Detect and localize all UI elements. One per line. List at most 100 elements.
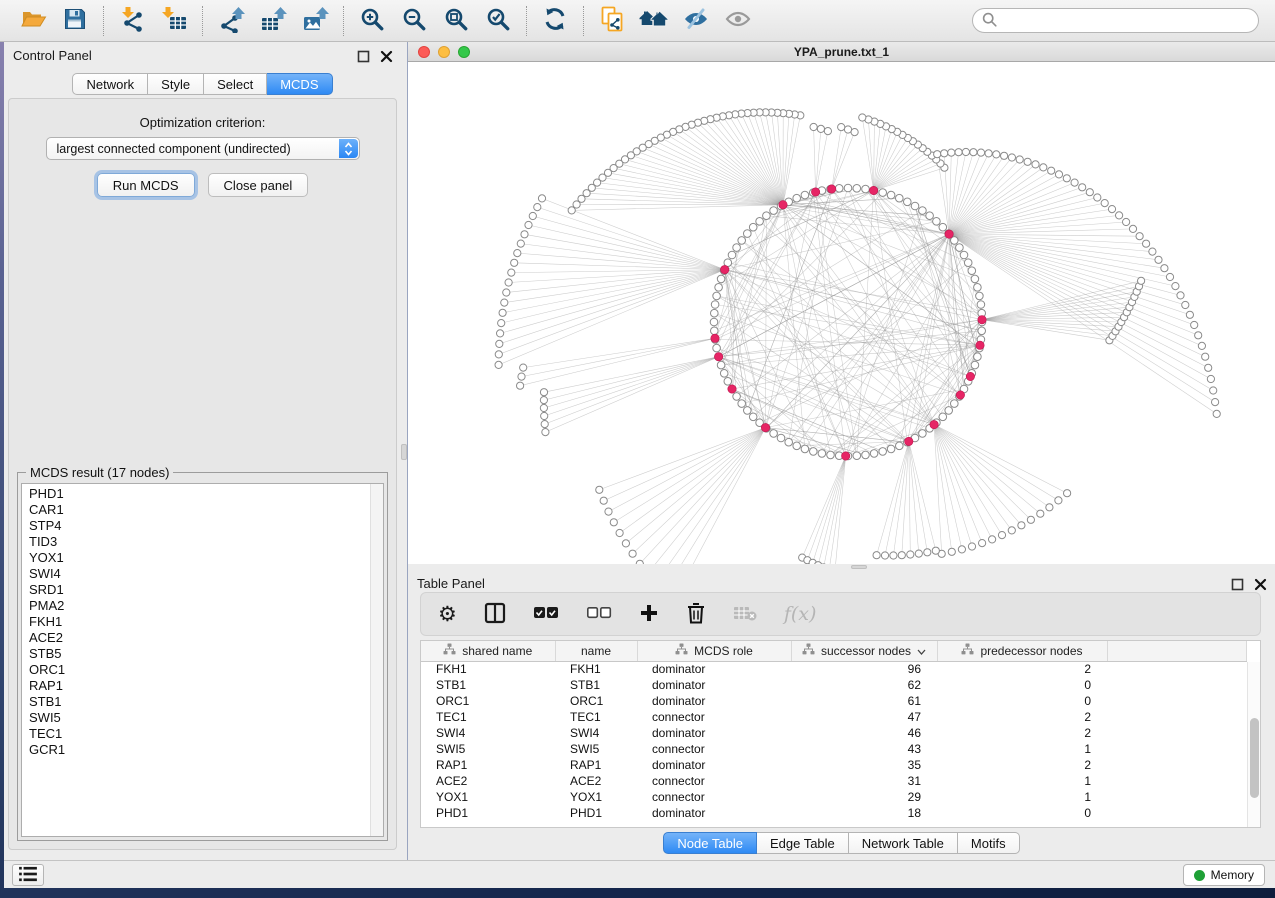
table-row[interactable]: STB1STB1dominator620 xyxy=(421,677,1247,693)
zoom-out-button[interactable] xyxy=(393,4,435,38)
table-row[interactable]: ACE2ACE2connector311 xyxy=(421,773,1247,789)
zoom-selected-button[interactable] xyxy=(477,4,519,38)
cell-mcds-role[interactable]: dominator xyxy=(637,805,791,821)
cell-successor-nodes[interactable]: 31 xyxy=(791,773,937,789)
column-header-shared-name[interactable]: shared name xyxy=(421,641,555,661)
cell-mcds-role[interactable]: connector xyxy=(637,709,791,725)
cell-shared-name[interactable]: RAP1 xyxy=(421,757,555,773)
cell-shared-name[interactable]: TEC1 xyxy=(421,709,555,725)
tab-network[interactable]: Network xyxy=(72,73,148,95)
splitter-grip[interactable] xyxy=(851,565,867,569)
cell-predecessor-nodes[interactable]: 0 xyxy=(937,805,1107,821)
table-row[interactable]: RAP1RAP1dominator352 xyxy=(421,757,1247,773)
cell-successor-nodes[interactable]: 46 xyxy=(791,725,937,741)
leaf-nodes[interactable] xyxy=(495,109,1220,564)
column-header-name[interactable]: name xyxy=(555,641,637,661)
cell-name[interactable]: ACE2 xyxy=(555,773,637,789)
mcds-result-item[interactable]: TEC1 xyxy=(29,726,383,742)
mcds-result-item[interactable]: YOX1 xyxy=(29,550,383,566)
tab-style[interactable]: Style xyxy=(148,73,204,95)
close-panel-button[interactable]: Close panel xyxy=(208,173,309,197)
cell-mcds-role[interactable]: connector xyxy=(637,773,791,789)
cell-predecessor-nodes[interactable]: 2 xyxy=(937,709,1107,725)
cell-mcds-role[interactable]: dominator xyxy=(637,661,791,677)
table-row[interactable]: SWI4SWI4dominator462 xyxy=(421,725,1247,741)
mcds-result-item[interactable]: SWI5 xyxy=(29,710,383,726)
cell-mcds-role[interactable]: dominator xyxy=(637,677,791,693)
cell-successor-nodes[interactable]: 62 xyxy=(791,677,937,693)
scrollbar-thumb[interactable] xyxy=(1250,718,1259,798)
cell-shared-name[interactable]: SWI5 xyxy=(421,741,555,757)
table-row[interactable]: YOX1YOX1connector291 xyxy=(421,789,1247,805)
cell-successor-nodes[interactable]: 96 xyxy=(791,661,937,677)
mcds-result-item[interactable]: PHD1 xyxy=(29,486,383,502)
cell-predecessor-nodes[interactable]: 2 xyxy=(937,661,1107,677)
cell-mcds-role[interactable]: dominator xyxy=(637,693,791,709)
mcds-result-item[interactable]: ACE2 xyxy=(29,630,383,646)
mcds-result-item[interactable]: STP4 xyxy=(29,518,383,534)
cell-successor-nodes[interactable]: 35 xyxy=(791,757,937,773)
mcds-result-item[interactable]: CAR1 xyxy=(29,502,383,518)
column-header-predecessor-nodes[interactable]: predecessor nodes xyxy=(937,641,1107,661)
split-columns-button[interactable] xyxy=(484,599,506,629)
duplicate-network-button[interactable] xyxy=(591,4,633,38)
cell-predecessor-nodes[interactable]: 0 xyxy=(937,677,1107,693)
show-all-button[interactable] xyxy=(717,4,759,38)
table-row[interactable]: FKH1FKH1dominator962 xyxy=(421,661,1247,677)
mcds-result-item[interactable]: FKH1 xyxy=(29,614,383,630)
export-network-button[interactable] xyxy=(210,4,252,38)
mcds-result-list[interactable]: PHD1CAR1STP4TID3YOX1SWI4SRD1PMA2FKH1ACE2… xyxy=(21,483,384,837)
cell-name[interactable]: RAP1 xyxy=(555,757,637,773)
cell-predecessor-nodes[interactable]: 0 xyxy=(937,693,1107,709)
open-folder-button[interactable] xyxy=(12,4,54,38)
tab-network-table[interactable]: Network Table xyxy=(849,832,958,854)
refresh-button[interactable] xyxy=(534,4,576,38)
tab-edge-table[interactable]: Edge Table xyxy=(757,832,849,854)
mcds-result-item[interactable]: SRD1 xyxy=(29,582,383,598)
save-button[interactable] xyxy=(54,4,96,38)
cell-predecessor-nodes[interactable]: 1 xyxy=(937,741,1107,757)
mcds-result-item[interactable]: TID3 xyxy=(29,534,383,550)
cell-successor-nodes[interactable]: 61 xyxy=(791,693,937,709)
mcds-result-item[interactable]: SWI4 xyxy=(29,566,383,582)
cell-name[interactable]: YOX1 xyxy=(555,789,637,805)
tab-mcds[interactable]: MCDS xyxy=(267,73,332,95)
select-all-button[interactable] xyxy=(533,599,559,629)
task-history-button[interactable] xyxy=(12,864,44,886)
mcds-result-item[interactable]: ORC1 xyxy=(29,662,383,678)
delete-column-button[interactable] xyxy=(686,599,706,629)
cell-predecessor-nodes[interactable]: 1 xyxy=(937,773,1107,789)
tab-select[interactable]: Select xyxy=(204,73,267,95)
search-input[interactable] xyxy=(1003,13,1249,28)
add-column-button[interactable] xyxy=(639,599,659,629)
cell-shared-name[interactable]: PHD1 xyxy=(421,805,555,821)
cell-predecessor-nodes[interactable]: 2 xyxy=(937,757,1107,773)
cell-name[interactable]: ORC1 xyxy=(555,693,637,709)
cell-predecessor-nodes[interactable]: 1 xyxy=(937,789,1107,805)
hide-selected-button[interactable] xyxy=(675,4,717,38)
deselect-all-button[interactable] xyxy=(586,599,612,629)
close-panel-icon[interactable] xyxy=(379,49,393,63)
zoom-in-button[interactable] xyxy=(351,4,393,38)
cell-name[interactable]: TEC1 xyxy=(555,709,637,725)
cell-shared-name[interactable]: ACE2 xyxy=(421,773,555,789)
search-box[interactable] xyxy=(972,8,1259,33)
import-table-button[interactable] xyxy=(153,4,195,38)
column-header-MCDS-role[interactable]: MCDS role xyxy=(637,641,791,661)
float-panel-icon[interactable] xyxy=(356,49,370,63)
mcds-result-item[interactable]: STB1 xyxy=(29,694,383,710)
tab-node-table[interactable]: Node Table xyxy=(663,832,757,854)
first-neighbors-button[interactable] xyxy=(633,4,675,38)
cell-name[interactable]: PHD1 xyxy=(555,805,637,821)
cell-name[interactable]: SWI5 xyxy=(555,741,637,757)
cell-shared-name[interactable]: YOX1 xyxy=(421,789,555,805)
gear-button[interactable]: ⚙ xyxy=(438,599,457,629)
table-row[interactable]: SWI5SWI5connector431 xyxy=(421,741,1247,757)
cell-mcds-role[interactable]: connector xyxy=(637,741,791,757)
result-list-scrollbar[interactable] xyxy=(370,484,383,836)
cell-mcds-role[interactable]: dominator xyxy=(637,757,791,773)
import-network-button[interactable] xyxy=(111,4,153,38)
cell-shared-name[interactable]: FKH1 xyxy=(421,661,555,677)
cell-shared-name[interactable]: SWI4 xyxy=(421,725,555,741)
table-row[interactable]: TEC1TEC1connector472 xyxy=(421,709,1247,725)
